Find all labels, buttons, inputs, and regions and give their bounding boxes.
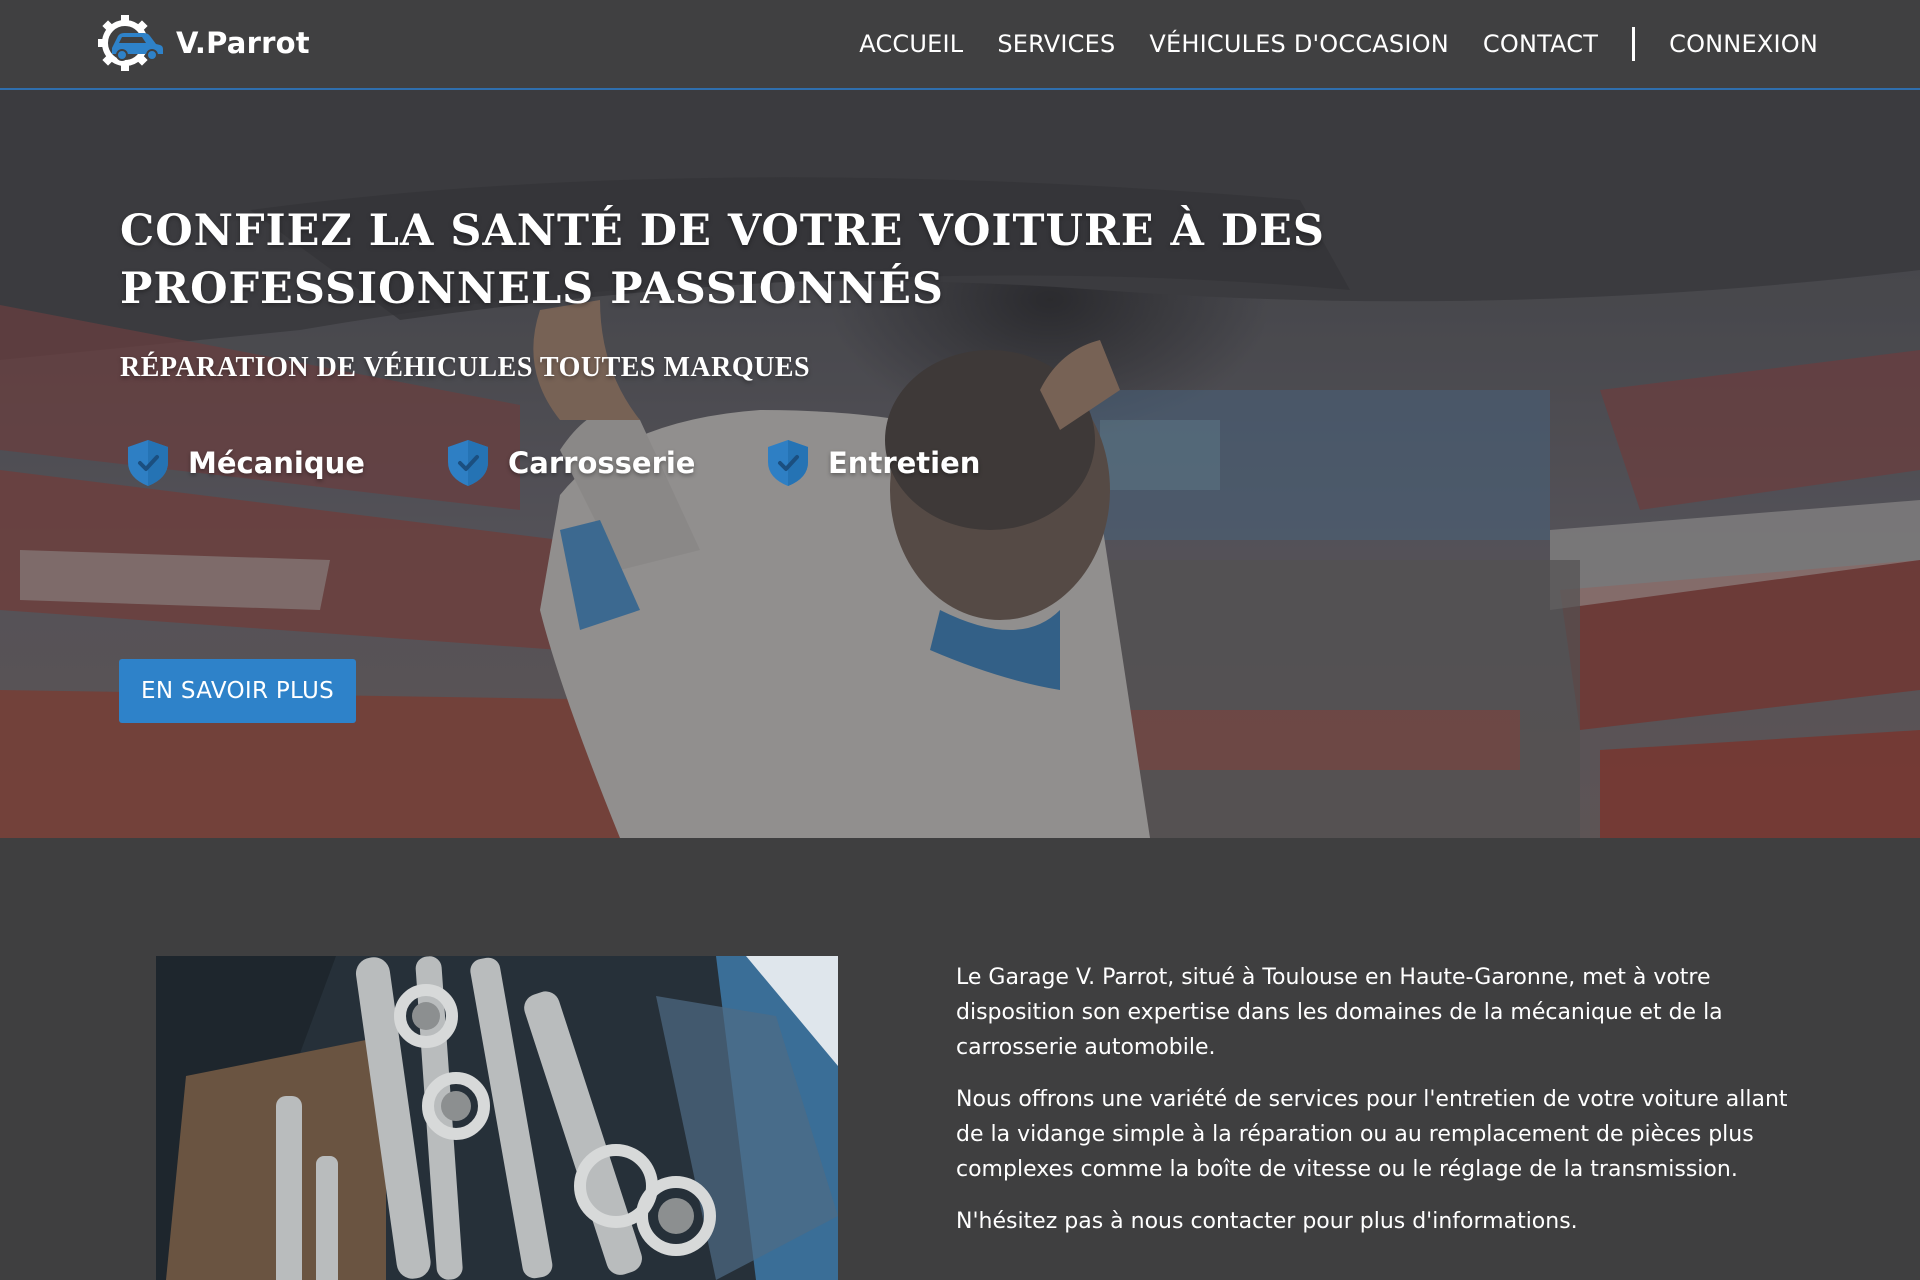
feature-label: Mécanique — [188, 446, 365, 480]
feature-entretien: Entretien — [764, 438, 1084, 488]
about-paragraph: Nous offrons une variété de services pou… — [956, 1087, 1788, 1182]
shield-check-icon — [448, 440, 488, 486]
shield-check-icon — [128, 440, 168, 486]
shield-check-icon — [768, 440, 808, 486]
learn-more-button[interactable]: EN SAVOIR PLUS — [119, 659, 356, 723]
feature-carrosserie: Carrosserie — [444, 438, 764, 488]
hero-title: CONFIEZ LA SANTÉ DE VOTRE VOITURE À DES … — [120, 206, 1325, 314]
nav-services[interactable]: SERVICES — [997, 30, 1115, 58]
hero-banner: CONFIEZ LA SANTÉ DE VOTRE VOITURE À DES … — [0, 90, 1920, 838]
nav-contact[interactable]: CONTACT — [1483, 30, 1598, 58]
nav-connexion[interactable]: CONNEXION — [1669, 30, 1818, 58]
feature-label: Entretien — [828, 446, 981, 480]
wrench-drawer-image — [156, 956, 838, 1280]
about-paragraph: N'hésitez pas à nous contacter pour plus… — [956, 1209, 1578, 1234]
nav-vehicules-occasion[interactable]: VÉHICULES D'OCCASION — [1149, 30, 1449, 58]
feature-mecanique: Mécanique — [124, 438, 444, 488]
nav-divider — [1632, 27, 1636, 61]
feature-label: Carrosserie — [508, 446, 696, 480]
hero-content: CONFIEZ LA SANTÉ DE VOTRE VOITURE À DES … — [120, 202, 1420, 384]
hero-subtitle: RÉPARATION DE VÉHICULES TOUTES MARQUES — [120, 352, 811, 383]
about-paragraph: Le Garage V. Parrot, situé à Toulouse en… — [956, 965, 1723, 1060]
brand-name: V.Parrot — [176, 26, 310, 60]
top-navbar: V.Parrot ACCUEIL SERVICES VÉHICULES D'OC… — [0, 0, 1920, 90]
tools-photo — [156, 956, 838, 1280]
gear-car-logo-icon — [98, 15, 163, 71]
nav-accueil[interactable]: ACCUEIL — [859, 30, 963, 58]
about-text: Le Garage V. Parrot, situé à Toulouse en… — [956, 960, 1796, 1256]
feature-list: Mécanique Carrosserie Entretien — [124, 438, 1084, 488]
brand[interactable]: V.Parrot — [98, 14, 310, 72]
main-nav: ACCUEIL SERVICES VÉHICULES D'OCCASION CO… — [859, 0, 1818, 88]
